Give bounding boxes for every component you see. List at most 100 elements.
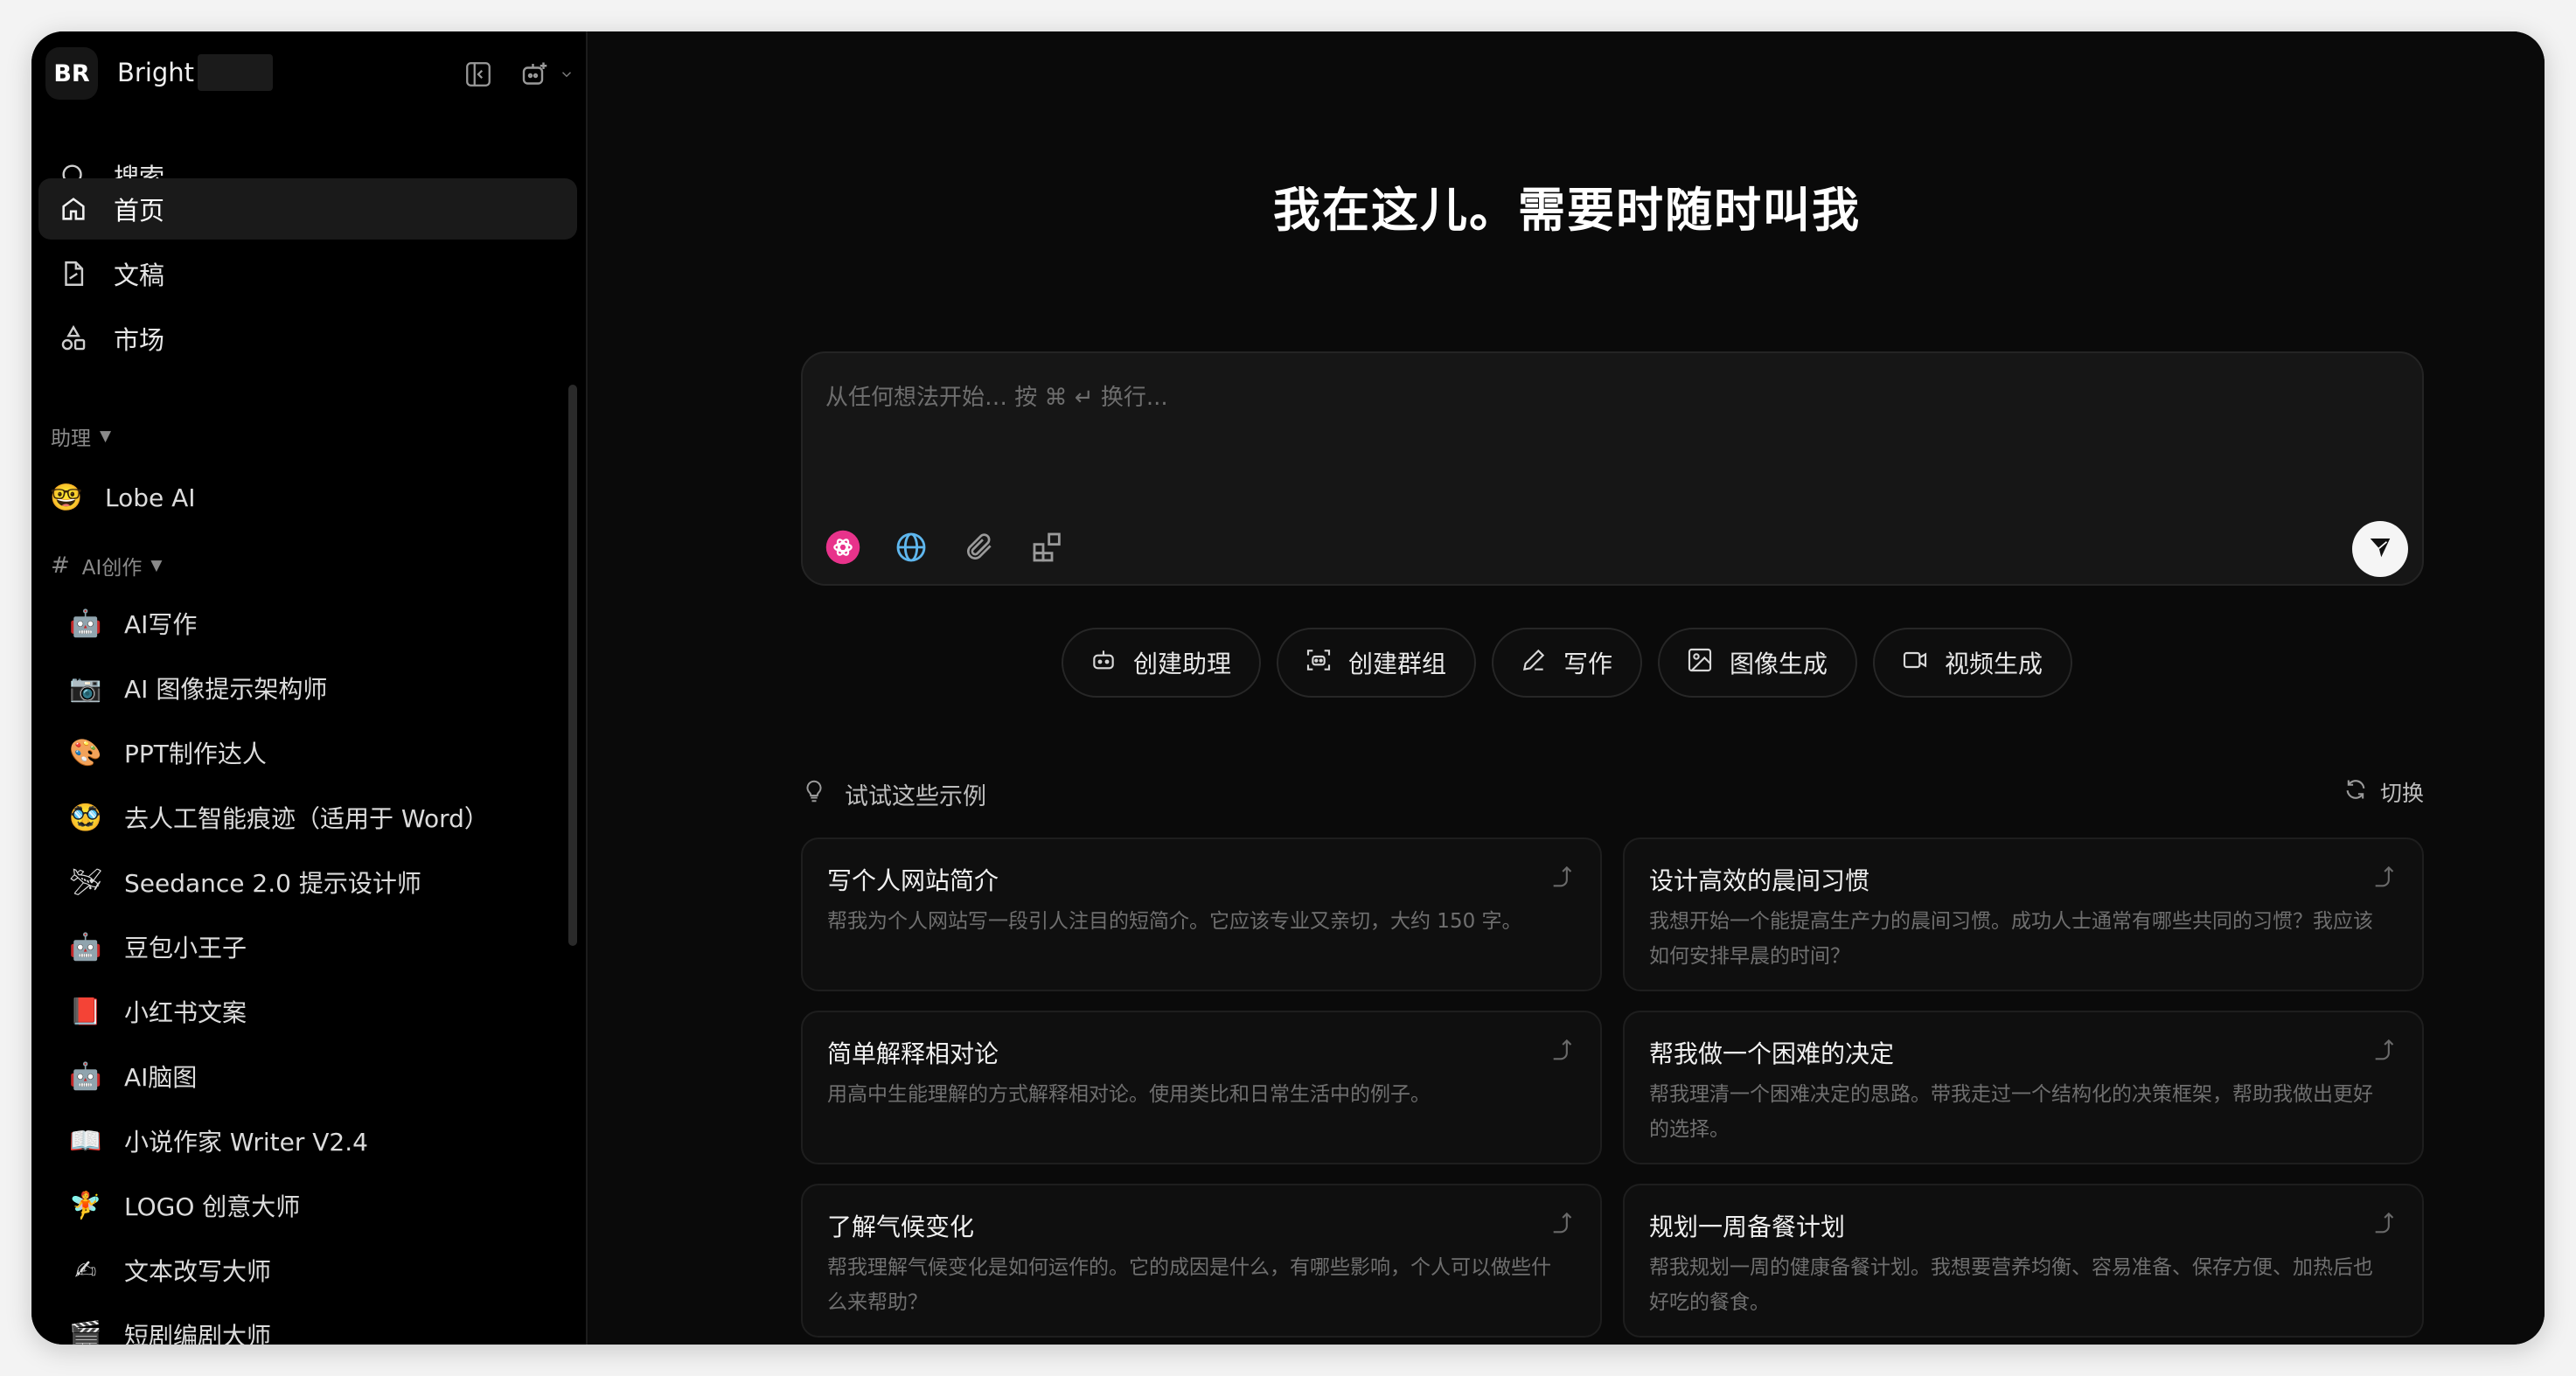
workspace-name[interactable]: Bright — [117, 58, 194, 87]
switch-button[interactable]: 切换 — [2343, 776, 2424, 808]
agent-label: Seedance 2.0 提示设计师 — [124, 869, 421, 898]
market-icon — [54, 319, 93, 358]
agent-avatar: ✍ — [74, 1254, 97, 1286]
example-card[interactable]: 简单解释相对论 用高中生能理解的方式解释相对论。使用类比和日常生活中的例子。 — [801, 1011, 1602, 1164]
write-button[interactable]: 写作 — [1491, 628, 1642, 698]
corner-up-arrow-icon — [1553, 1212, 1572, 1234]
create-assistant-button[interactable]: 创建助理 — [1061, 628, 1261, 698]
section-assistant[interactable]: 助理 ▼ — [51, 421, 111, 451]
example-card[interactable]: 帮我做一个困难的决定 帮我理清一个困难决定的思路。带我走过一个结构化的决策框架，… — [1623, 1011, 2424, 1164]
refresh-icon — [2343, 777, 2368, 807]
agent-item[interactable]: 🥸 去人工智能痕迹（适用于 Word） — [66, 787, 556, 848]
action-label: 图像生成 — [1730, 650, 1828, 678]
agent-item[interactable]: ✍ 文本改写大师 — [66, 1240, 556, 1301]
composer-placeholder[interactable]: 从任何想法开始… 按 ⌘ ↵ 换行... — [825, 379, 1168, 412]
plugins-icon[interactable] — [1025, 525, 1070, 570]
agent-item[interactable]: 📷 AI 图像提示架构师 — [66, 657, 556, 719]
corner-up-arrow-icon — [1553, 1039, 1572, 1060]
agent-avatar: 📖 — [69, 1125, 102, 1157]
agent-avatar: 🥸 — [69, 802, 102, 833]
send-icon — [2367, 534, 2393, 564]
example-card[interactable]: 设计高效的晨间习惯 我想开始一个能提高生产力的晨间习惯。成功人士通常有哪些共同的… — [1623, 837, 2424, 991]
composer-toolbar — [820, 525, 1070, 570]
card-desc: 帮我为个人网站写一段引人注目的短简介。它应该专业又亲切，大约 150 字。 — [827, 910, 1522, 933]
agent-item[interactable]: 🎬 短剧编剧大师 — [66, 1304, 556, 1345]
sidebar-scrollbar[interactable] — [568, 385, 577, 946]
agent-item[interactable]: 🤖 豆包小王子 — [66, 916, 556, 977]
agent-label: Lobe AI — [105, 483, 196, 512]
section-label: 助理 — [51, 427, 91, 450]
nav-home[interactable]: 首页 — [38, 178, 577, 240]
sidebar: BR Bright 搜索 首页 文稿 市场 助理 ▼ 🤓 Lobe AI # A… — [31, 31, 588, 1345]
agent-avatar: 📕 — [69, 996, 102, 1027]
example-card[interactable]: 写个人网站简介 帮我为个人网站写一段引人注目的短简介。它应该专业又亲切，大约 1… — [801, 837, 1602, 991]
document-icon — [54, 254, 93, 293]
example-card[interactable]: 规划一周备餐计划 帮我规划一周的健康备餐计划。我想要营养均衡、容易准备、保存方便… — [1623, 1184, 2424, 1338]
nav-label: 首页 — [114, 196, 165, 226]
card-title: 帮我做一个困难的决定 — [1649, 1039, 1895, 1068]
agent-label: 豆包小王子 — [124, 934, 247, 963]
agent-item[interactable]: 🤖 AI写作 — [66, 593, 556, 654]
nav-label: 文稿 — [114, 261, 165, 290]
card-desc: 帮我理解气候变化是如何运作的。它的成因是什么，有哪些影响，个人可以做些什么来帮助… — [827, 1256, 1551, 1314]
model-selector-icon[interactable] — [820, 525, 866, 570]
quick-actions: 创建助理 创建群组 写作 图像生成 视频生成 — [589, 628, 2545, 698]
action-label: 创建群组 — [1347, 650, 1446, 678]
main-panel: 我在这儿。需要时随时叫我 从任何想法开始… 按 ⌘ ↵ 换行... 创建助理 创… — [589, 31, 2545, 1345]
agent-avatar: 🎬 — [69, 1319, 102, 1345]
agent-item[interactable]: 🤖 AI脑图 — [66, 1046, 556, 1107]
home-icon — [54, 190, 93, 228]
agent-avatar: 🤖 — [69, 608, 102, 639]
card-title: 写个人网站简介 — [827, 866, 999, 895]
create-group-button[interactable]: 创建群组 — [1276, 628, 1476, 698]
examples-title: 试试这些示例 — [801, 776, 986, 812]
toggle-sidebar-icon[interactable] — [460, 56, 497, 93]
app-window: BR Bright 搜索 首页 文稿 市场 助理 ▼ 🤓 Lobe AI # A… — [31, 31, 2545, 1345]
agent-label: 短剧编剧大师 — [124, 1322, 272, 1345]
corner-up-arrow-icon — [2375, 865, 2394, 887]
agent-item[interactable]: 📖 小说作家 Writer V2.4 — [66, 1110, 556, 1171]
lobe-ai-avatar: 🤓 — [50, 482, 83, 513]
action-label: 视频生成 — [1945, 650, 2043, 678]
agent-lobe-ai[interactable]: 🤓 Lobe AI — [47, 467, 537, 528]
agent-avatar: 🤖 — [69, 931, 102, 963]
agent-item[interactable]: 📕 小红书文案 — [66, 981, 556, 1042]
agent-label: 小红书文案 — [124, 998, 247, 1027]
agent-label: 文本改写大师 — [124, 1257, 272, 1286]
agent-label: LOGO 创意大师 — [124, 1192, 301, 1221]
workspace-header[interactable]: BR Bright — [45, 47, 579, 100]
image-generation-button[interactable]: 图像生成 — [1658, 628, 1858, 698]
card-title: 规划一周备餐计划 — [1649, 1213, 1846, 1241]
agent-avatar: 🧚 — [69, 1190, 102, 1221]
example-card[interactable]: 了解气候变化 帮我理解气候变化是如何运作的。它的成因是什么，有哪些影响，个人可以… — [801, 1184, 1602, 1338]
nav-documents[interactable]: 文稿 — [38, 243, 577, 304]
globe-icon[interactable] — [888, 525, 934, 570]
group-icon — [1305, 646, 1333, 680]
agent-avatar: 📷 — [69, 672, 102, 704]
agent-item[interactable]: 🎨 PPT制作达人 — [66, 722, 556, 783]
redacted-block — [198, 54, 273, 91]
agent-label: AI 图像提示架构师 — [124, 675, 328, 704]
hash-icon: # — [51, 552, 70, 579]
card-desc: 我想开始一个能提高生产力的晨间习惯。成功人士通常有哪些共同的习惯？我应该如何安排… — [1649, 910, 2373, 968]
chat-composer[interactable]: 从任何想法开始… 按 ⌘ ↵ 换行... — [801, 351, 2424, 586]
paperclip-icon[interactable] — [957, 525, 1002, 570]
nav-label: 市场 — [114, 325, 165, 355]
switch-label: 切换 — [2379, 781, 2424, 806]
workspace-avatar[interactable]: BR — [45, 47, 98, 100]
section-ai-creation[interactable]: # AI创作 ▼ — [51, 551, 162, 580]
agent-item[interactable]: 🛩 Seedance 2.0 提示设计师 — [66, 851, 556, 913]
robot-icon — [1090, 646, 1117, 680]
agent-avatar: 🛩 — [68, 866, 103, 898]
nav-market[interactable]: 市场 — [38, 308, 577, 369]
video-generation-button[interactable]: 视频生成 — [1873, 628, 2073, 698]
card-title: 了解气候变化 — [827, 1213, 975, 1241]
examples-title-text: 试试这些示例 — [845, 783, 986, 810]
agent-item[interactable]: 🧚 LOGO 创意大师 — [66, 1175, 556, 1236]
card-title: 简单解释相对论 — [827, 1039, 999, 1068]
card-desc: 帮我理清一个困难决定的思路。带我走过一个结构化的决策框架，帮助我做出更好的选择。 — [1649, 1083, 2373, 1141]
new-agent-icon[interactable] — [516, 56, 553, 93]
chevron-down-icon[interactable] — [556, 56, 577, 93]
agent-avatar: 🤖 — [69, 1060, 102, 1092]
send-button[interactable] — [2352, 521, 2408, 577]
